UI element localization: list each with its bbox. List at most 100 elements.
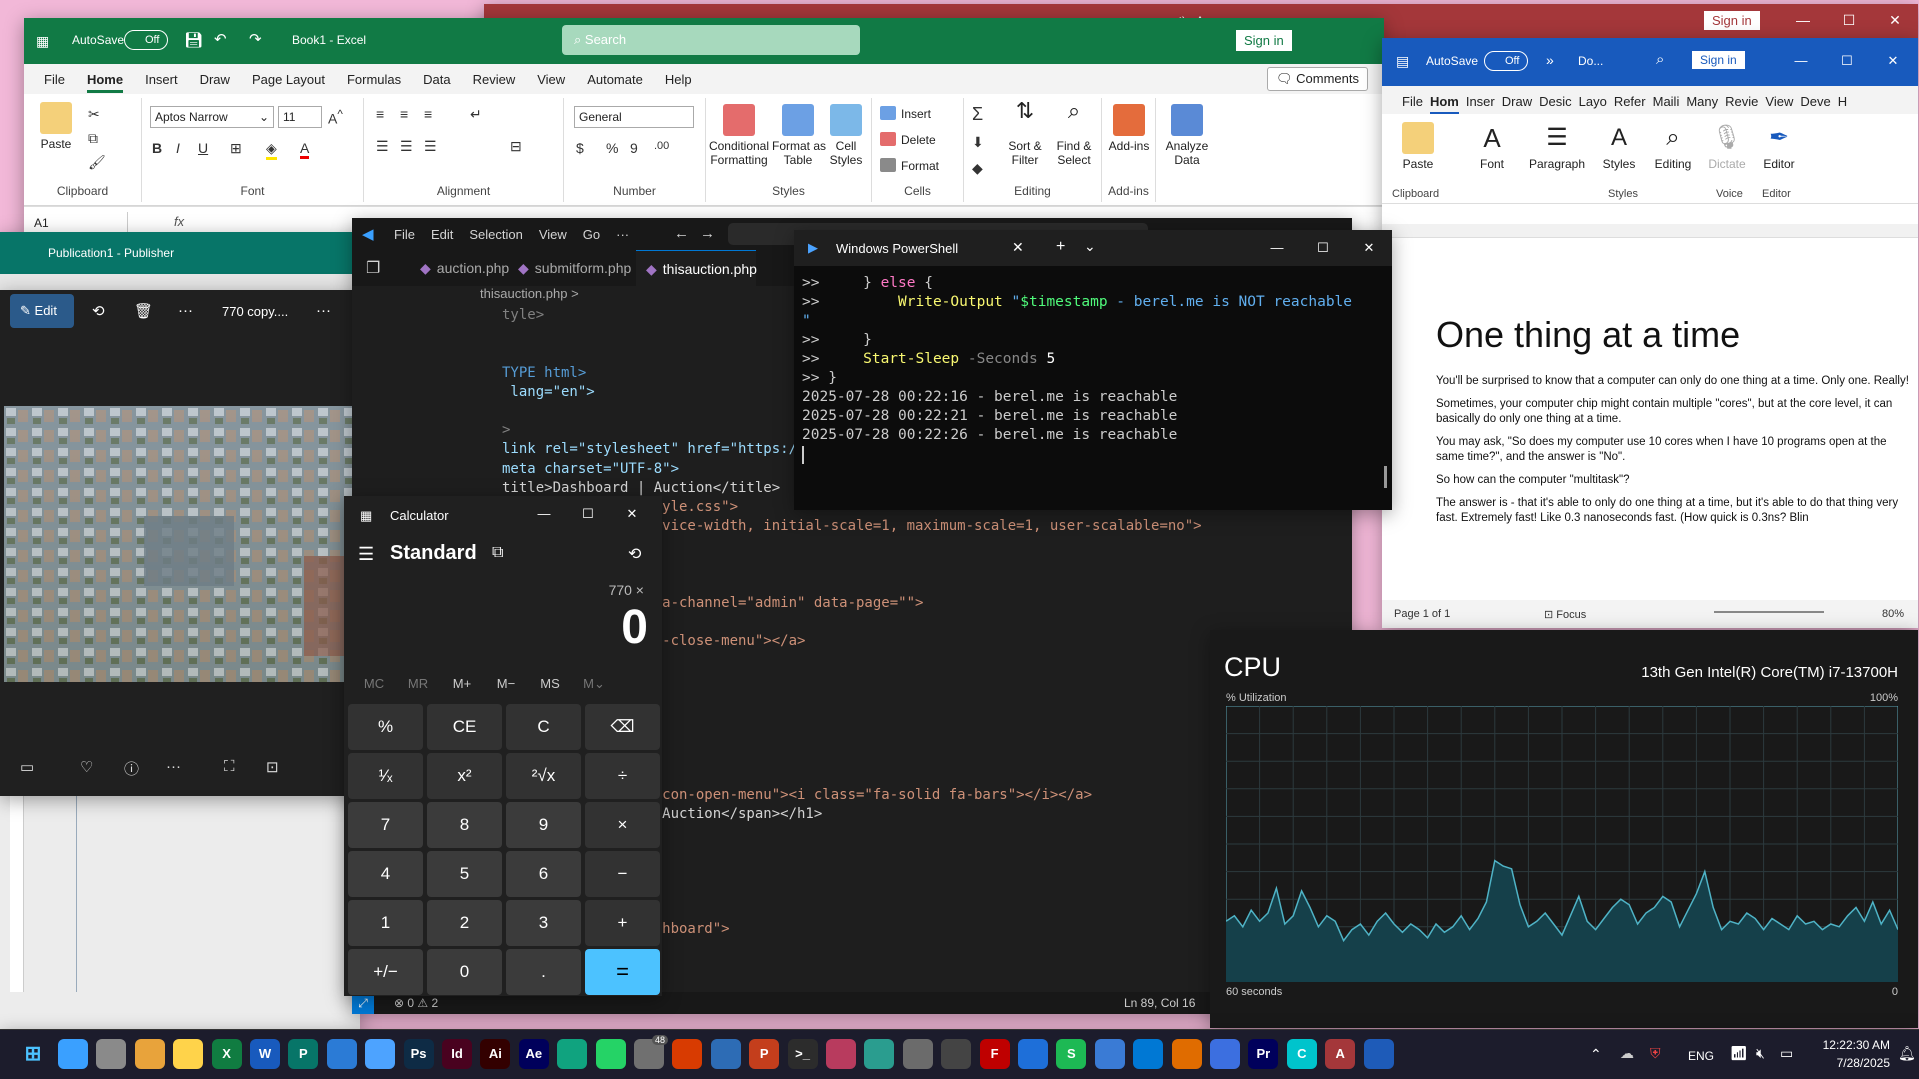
excel-tab-insert[interactable]: Insert	[145, 72, 178, 87]
word-document[interactable]: One thing at a time You'll be surprised …	[1382, 224, 1918, 600]
font-name-select[interactable]: Aptos Narrow ⌄	[150, 106, 274, 128]
wifi-icon[interactable]: 📶︎	[1730, 1045, 1748, 1062]
taskbar-app-icon[interactable]: P	[749, 1039, 780, 1069]
scan-icon[interactable]: ⊡	[266, 758, 279, 776]
history-icon[interactable]: ⟲	[628, 544, 641, 564]
minimize-icon[interactable]: —	[522, 506, 566, 521]
number-format-select[interactable]: General	[574, 106, 694, 128]
styles-button[interactable]: A Styles	[1596, 122, 1642, 171]
word-tab-4[interactable]: Desic	[1539, 94, 1572, 109]
taskbar-app-icon[interactable]: Ps	[403, 1039, 434, 1069]
cloud-icon[interactable]: ☁	[1620, 1045, 1634, 1062]
clock-date[interactable]: 7/28/2025	[1810, 1056, 1890, 1070]
favorite-icon[interactable]: ♡	[80, 758, 93, 776]
chevron-up-icon[interactable]: ⌃	[1590, 1046, 1602, 1063]
rotate-icon[interactable]: ⟲	[92, 302, 105, 320]
edit-button[interactable]: ✎ Edit	[10, 294, 74, 328]
calc-key[interactable]: =	[585, 949, 660, 995]
taskbar-app-icon[interactable]: W	[250, 1039, 280, 1069]
taskbar-app-icon[interactable]	[1133, 1039, 1164, 1069]
word-tab-5[interactable]: Layo	[1579, 94, 1607, 109]
analyze-data-button[interactable]: Analyze Data	[1162, 104, 1212, 167]
taskbar-app-icon[interactable]	[1210, 1039, 1240, 1069]
align-right-icon[interactable]: ☰	[424, 138, 437, 155]
taskbar-app-icon[interactable]: X	[211, 1039, 242, 1069]
language-indicator[interactable]: ENG	[1688, 1049, 1714, 1063]
close-icon[interactable]: ✕	[610, 506, 654, 522]
calc-key[interactable]: ⌫	[585, 704, 660, 750]
word-tab-12[interactable]: H	[1838, 94, 1847, 109]
menu-icon[interactable]: ☰	[358, 544, 374, 565]
problems-count[interactable]: ⊗ 0 ⚠ 2	[394, 996, 438, 1010]
calc-key[interactable]: ²√x	[506, 753, 581, 799]
editor-button[interactable]: ✒ Editor	[1756, 122, 1802, 171]
calc-key[interactable]: 4	[348, 851, 423, 897]
taskbar-app-icon[interactable]	[1018, 1039, 1048, 1069]
taskbar-app-icon[interactable]: Ai	[480, 1039, 511, 1069]
editor-tab[interactable]: ◆ submitform.php	[508, 250, 634, 286]
fill-color-icon[interactable]: ◈	[266, 140, 277, 160]
font-button[interactable]: A Font	[1472, 122, 1512, 171]
new-tab-icon[interactable]: +	[1056, 238, 1065, 256]
copy-icon[interactable]: ⧉	[88, 130, 98, 147]
undo-icon[interactable]: ↶	[214, 30, 227, 48]
terminal-scrollbar[interactable]	[1384, 466, 1387, 488]
calc-key[interactable]: .	[506, 949, 581, 995]
more-options-icon[interactable]: ···	[316, 302, 331, 319]
terminal-output[interactable]: >> } else {>> Write-Output "$timestamp -…	[802, 274, 1384, 445]
taskbar-app-icon[interactable]: P	[288, 1039, 319, 1069]
minimize-icon[interactable]: —	[1254, 240, 1300, 255]
memory-button-1[interactable]: MR	[398, 676, 438, 691]
word-tab-9[interactable]: Revie	[1725, 94, 1758, 109]
excel-tab-review[interactable]: Review	[473, 72, 516, 87]
comma-icon[interactable]: 9	[630, 140, 638, 156]
calc-key[interactable]: C	[506, 704, 581, 750]
percent-icon[interactable]: %	[606, 140, 618, 156]
calc-key[interactable]: ÷	[585, 753, 660, 799]
word-window[interactable]: ▤ AutoSave Off » Do... ⌕ Sign in — ☐ ✕ Fil…	[1382, 38, 1918, 628]
minimize-icon[interactable]: —	[1778, 53, 1824, 68]
word-tab-2[interactable]: Inser	[1466, 94, 1495, 109]
taskbar-app-icon[interactable]	[96, 1039, 127, 1069]
excel-tab-home[interactable]: Home	[86, 72, 124, 93]
more-icon[interactable]: ···	[166, 758, 181, 775]
calc-key[interactable]: 5	[427, 851, 502, 897]
taskbar-app-icon[interactable]: A	[1325, 1039, 1356, 1069]
fit-icon[interactable]: ⛶	[224, 758, 235, 775]
calc-key[interactable]: 1	[348, 900, 423, 946]
taskbar-app-icon[interactable]: S	[1056, 1039, 1087, 1069]
excel-tab-file[interactable]: File	[44, 72, 65, 87]
sort-filter-button[interactable]: ⇅ Sort & Filter	[1004, 100, 1046, 168]
merge-center-icon[interactable]: ⊟	[510, 138, 522, 155]
task-manager-cpu[interactable]: CPU 13th Gen Intel(R) Core(TM) i7-13700H…	[1210, 630, 1918, 1028]
grow-font-icon[interactable]: A^	[328, 108, 343, 127]
excel-tab-help[interactable]: Help	[665, 72, 692, 87]
clock-time[interactable]: 12:22:30 AM	[1810, 1038, 1890, 1052]
calculator-window[interactable]: ▦ Calculator — ☐ ✕ ☰ Standard ⧉ ⟲ 770 × 0 …	[344, 496, 662, 996]
taskbar-app-icon[interactable]	[365, 1039, 396, 1069]
more-commands-icon[interactable]: »	[1546, 52, 1554, 68]
taskbar-app-icon[interactable]: F	[979, 1039, 1010, 1069]
find-select-button[interactable]: ⌕ Find & Select	[1050, 100, 1098, 168]
taskbar-app-icon[interactable]	[1094, 1039, 1125, 1069]
excel-signin-button[interactable]: Sign in	[1236, 30, 1292, 51]
zoom-level[interactable]: 80%	[1882, 608, 1904, 620]
name-box[interactable]: A1	[28, 212, 128, 234]
memory-button-3[interactable]: M−	[486, 676, 526, 691]
taskbar-app-icon[interactable]	[672, 1039, 703, 1069]
publisher-workspace[interactable]	[0, 792, 360, 1032]
forward-icon[interactable]: →	[700, 225, 715, 242]
fill-icon[interactable]: ⬇	[972, 134, 984, 151]
font-size-select[interactable]: 11	[278, 106, 322, 128]
currency-icon[interactable]: $	[576, 140, 584, 156]
calc-key[interactable]: −	[585, 851, 660, 897]
taskbar-app-icon[interactable]	[58, 1039, 88, 1069]
word-tab-11[interactable]: Deve	[1800, 94, 1830, 109]
battery-icon[interactable]: ▭	[1780, 1045, 1793, 1062]
conditional-formatting-button[interactable]: Conditional Formatting	[708, 104, 770, 167]
vscode-menu-4[interactable]: Go	[583, 227, 600, 242]
vscode-menu-0[interactable]: File	[394, 227, 415, 242]
align-middle-icon[interactable]: ≡	[400, 106, 408, 122]
align-center-icon[interactable]: ☰	[400, 138, 413, 155]
save-icon[interactable]: 💾︎	[184, 31, 203, 49]
